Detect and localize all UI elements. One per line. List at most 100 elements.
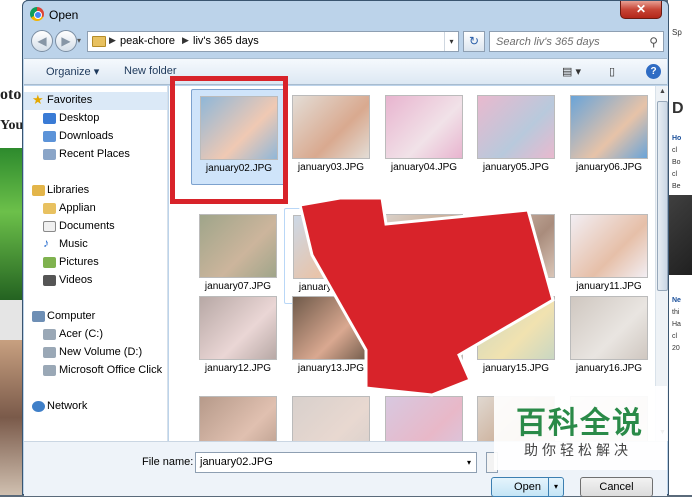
nav-favorites[interactable]: ★ Favorites [24, 92, 167, 110]
nav-label: Acer (C:) [59, 328, 103, 340]
file-name: january15.JPG [482, 363, 550, 374]
file-name: january06.JPG [575, 162, 643, 173]
nav-network[interactable]: Network [24, 398, 167, 416]
file-name-input[interactable]: january02.JPG ▾ [195, 452, 477, 473]
back-button[interactable]: ◀ [31, 30, 53, 52]
file-item[interactable]: january13.JPG [284, 290, 378, 386]
bg-text: 20 [672, 345, 680, 352]
folder-icon [43, 203, 56, 214]
file-thumbnail [570, 214, 648, 278]
downloads-icon [43, 131, 56, 142]
nav-documents[interactable]: Documents [24, 218, 167, 236]
close-button[interactable]: ✕ [620, 1, 662, 19]
bg-text: cl [672, 147, 678, 154]
file-name: january12.JPG [204, 363, 272, 374]
breadcrumb-current-folder[interactable]: liv's 365 days [193, 35, 259, 47]
watermark-subtitle: 助你轻松解决 [524, 443, 632, 459]
nav-computer[interactable]: Computer [24, 308, 167, 326]
watermark-title: 百科全说 [516, 406, 644, 441]
file-item[interactable]: january15.JPG [469, 290, 563, 386]
view-options-icon[interactable]: ▤ ▾ [562, 65, 581, 78]
breadcrumb-separator-icon[interactable]: ▶ [109, 35, 116, 46]
recent-locations-icon[interactable]: ▾ [77, 36, 81, 45]
nav-label: Downloads [59, 130, 114, 142]
preview-pane-icon[interactable]: ▯ [609, 65, 615, 78]
file-item[interactable]: january04.JPG [377, 89, 471, 185]
nav-new-volume-d[interactable]: New Volume (D:) [24, 344, 167, 362]
cancel-button[interactable]: Cancel [580, 477, 653, 497]
nav-music[interactable]: ♪ Music [24, 236, 167, 254]
nav-desktop[interactable]: Desktop [24, 110, 167, 128]
bg-text: You [0, 118, 24, 133]
file-thumbnail [385, 214, 463, 278]
file-item[interactable]: january05.JPG [469, 89, 563, 185]
forward-button[interactable]: ▶ [55, 30, 77, 52]
organize-button[interactable]: Organize ▾ [46, 65, 99, 78]
file-thumbnail [477, 95, 555, 159]
file-thumbnail [477, 214, 555, 278]
file-item[interactable]: january06.JPG [562, 89, 655, 185]
nav-applian[interactable]: Applian [24, 200, 167, 218]
file-thumbnail [570, 95, 648, 159]
file-name: january04.JPG [390, 162, 458, 173]
chrome-icon [30, 7, 44, 21]
file-name: january16.JPG [575, 363, 643, 374]
file-thumbnail [477, 296, 555, 360]
navigation-pane: ★ Favorites Desktop Downloads Recent Pla… [24, 86, 168, 441]
title-bar[interactable]: Open ✕ [23, 1, 668, 27]
recent-places-icon [43, 149, 56, 160]
search-input[interactable]: Search liv's 365 days ⚲ [489, 31, 664, 52]
toolbar: Organize ▾ New folder ▤ ▾ ▯ ? [24, 58, 667, 85]
file-thumbnail [199, 296, 277, 360]
new-folder-button[interactable]: New folder [124, 65, 177, 77]
nav-pictures[interactable]: Pictures [24, 254, 167, 272]
help-icon[interactable]: ? [646, 64, 661, 79]
nav-label: Recent Places [59, 148, 130, 160]
file-name-label: File name: [142, 456, 194, 468]
pictures-icon [43, 257, 56, 268]
music-icon: ♪ [43, 236, 49, 250]
file-item[interactable] [284, 390, 378, 441]
nav-label: Music [59, 238, 88, 250]
nav-office-click[interactable]: Microsoft Office Click [24, 362, 167, 380]
nav-videos[interactable]: Videos [24, 272, 167, 290]
nav-label: Network [47, 400, 88, 412]
bg-text: cl [672, 171, 678, 178]
chevron-down-icon[interactable]: ▾ [444, 32, 458, 51]
nav-libraries[interactable]: Libraries [24, 182, 167, 200]
open-button[interactable]: Open ▾ [491, 477, 564, 497]
nav-label: Favorites [47, 94, 93, 106]
nav-label: Computer [47, 310, 96, 322]
file-thumbnail [292, 95, 370, 159]
refresh-button[interactable]: ↻ [463, 31, 485, 52]
bg-text: cl [672, 333, 678, 340]
scrollbar-thumb[interactable] [657, 101, 668, 291]
nav-label: Libraries [47, 184, 90, 196]
file-thumbnail [199, 396, 277, 441]
address-bar[interactable]: ▶ peak-chore ▶ liv's 365 days ▾ [87, 31, 459, 52]
bg-text: Be [672, 183, 681, 190]
nav-acer-c[interactable]: Acer (C:) [24, 326, 167, 344]
file-item[interactable]: january16.JPG [562, 290, 655, 386]
file-item[interactable]: january03.JPG [284, 89, 378, 185]
nav-label: Applian [59, 202, 96, 214]
breadcrumb-peak-chore[interactable]: peak-chore [120, 35, 175, 47]
file-item[interactable]: january14.JPG [377, 290, 471, 386]
nav-label: Pictures [59, 256, 99, 268]
open-options-icon[interactable]: ▾ [548, 478, 563, 496]
file-thumbnail [292, 296, 370, 360]
scroll-up-icon[interactable]: ▲ [656, 88, 669, 95]
nav-label: Desktop [59, 112, 100, 124]
file-item[interactable]: january12.JPG [191, 290, 285, 386]
file-item[interactable] [191, 390, 285, 441]
bg-text: oto [0, 86, 22, 103]
chevron-down-icon[interactable]: ▾ [462, 453, 476, 472]
search-icon[interactable]: ⚲ [649, 35, 658, 49]
open-button-label: Open [514, 481, 541, 493]
bg-text: Ho [672, 135, 682, 142]
nav-recent-places[interactable]: Recent Places [24, 146, 167, 164]
breadcrumb-separator-icon[interactable]: ▶ [182, 35, 189, 46]
nav-label: Microsoft Office Click [59, 364, 163, 376]
file-item[interactable] [377, 390, 471, 441]
nav-downloads[interactable]: Downloads [24, 128, 167, 146]
